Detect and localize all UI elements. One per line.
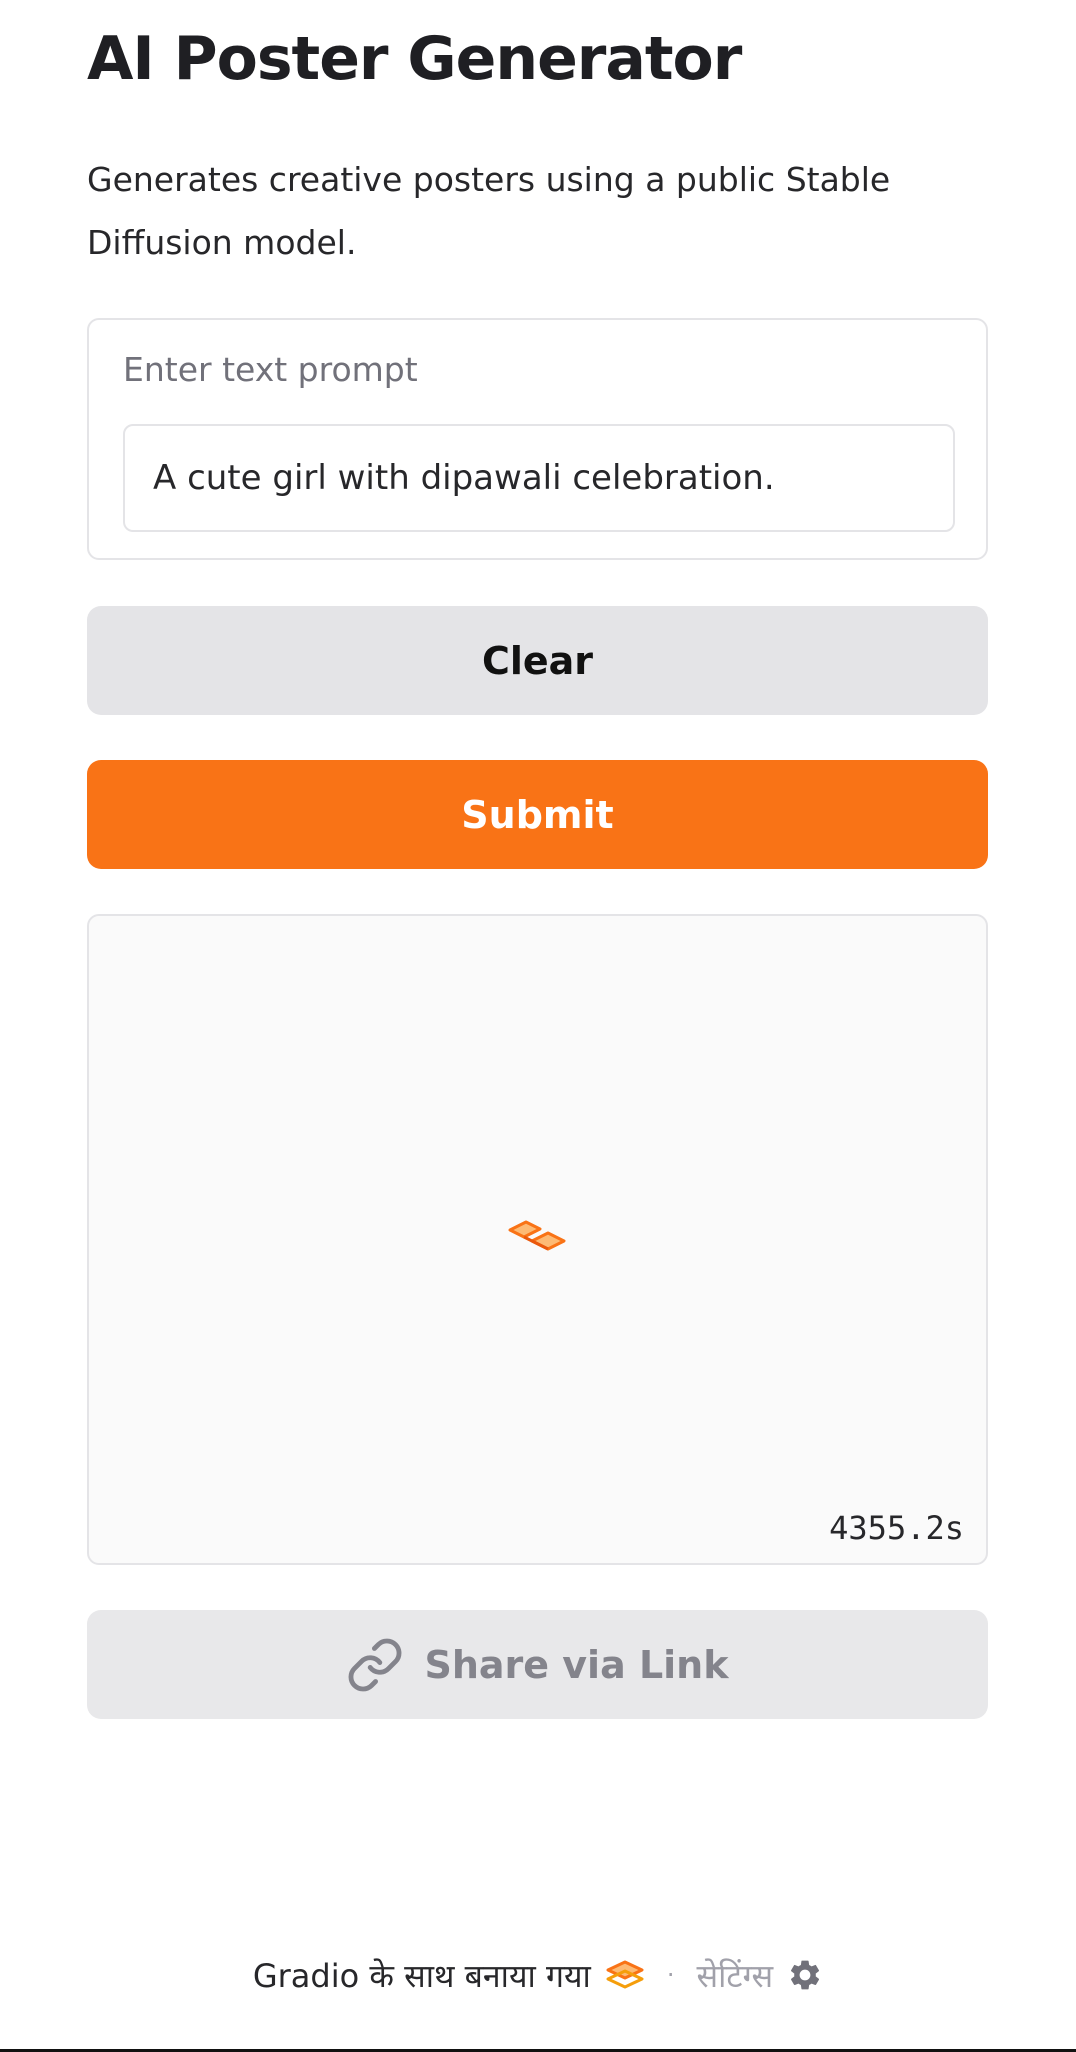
clear-button[interactable]: Clear bbox=[87, 606, 988, 715]
clear-button-label: Clear bbox=[481, 638, 594, 683]
footer-made-with-link[interactable]: Gradio के साथ बनाया गया bbox=[253, 1954, 591, 1997]
app-page: AI Poster Generator Generates creative p… bbox=[0, 0, 1076, 2052]
gradio-logo-icon bbox=[605, 1959, 645, 1991]
share-via-link-button[interactable]: Share via Link bbox=[87, 1610, 988, 1719]
prompt-card: Enter text prompt A cute girl with dipaw… bbox=[87, 318, 988, 560]
submit-button-label: Submit bbox=[461, 792, 614, 837]
prompt-input[interactable]: A cute girl with dipawali celebration. bbox=[123, 424, 955, 532]
submit-button[interactable]: Submit bbox=[87, 760, 988, 869]
footer: Gradio के साथ बनाया गया · सेटिंग्स bbox=[0, 1950, 1076, 2000]
page-title: AI Poster Generator bbox=[87, 24, 742, 94]
page-description: Generates creative posters using a publi… bbox=[87, 160, 891, 262]
output-image-panel: 4355.2s bbox=[87, 914, 988, 1565]
elapsed-timer: 4355.2s bbox=[829, 1509, 964, 1547]
gear-icon[interactable] bbox=[787, 1957, 823, 1993]
prompt-label: Enter text prompt bbox=[123, 350, 418, 389]
share-button-label: Share via Link bbox=[424, 1642, 729, 1687]
link-icon bbox=[349, 1638, 402, 1691]
footer-settings-link[interactable]: सेटिंग्स bbox=[696, 1954, 773, 1997]
footer-separator: · bbox=[666, 1961, 675, 1989]
gradio-loader-icon bbox=[508, 1220, 566, 1251]
